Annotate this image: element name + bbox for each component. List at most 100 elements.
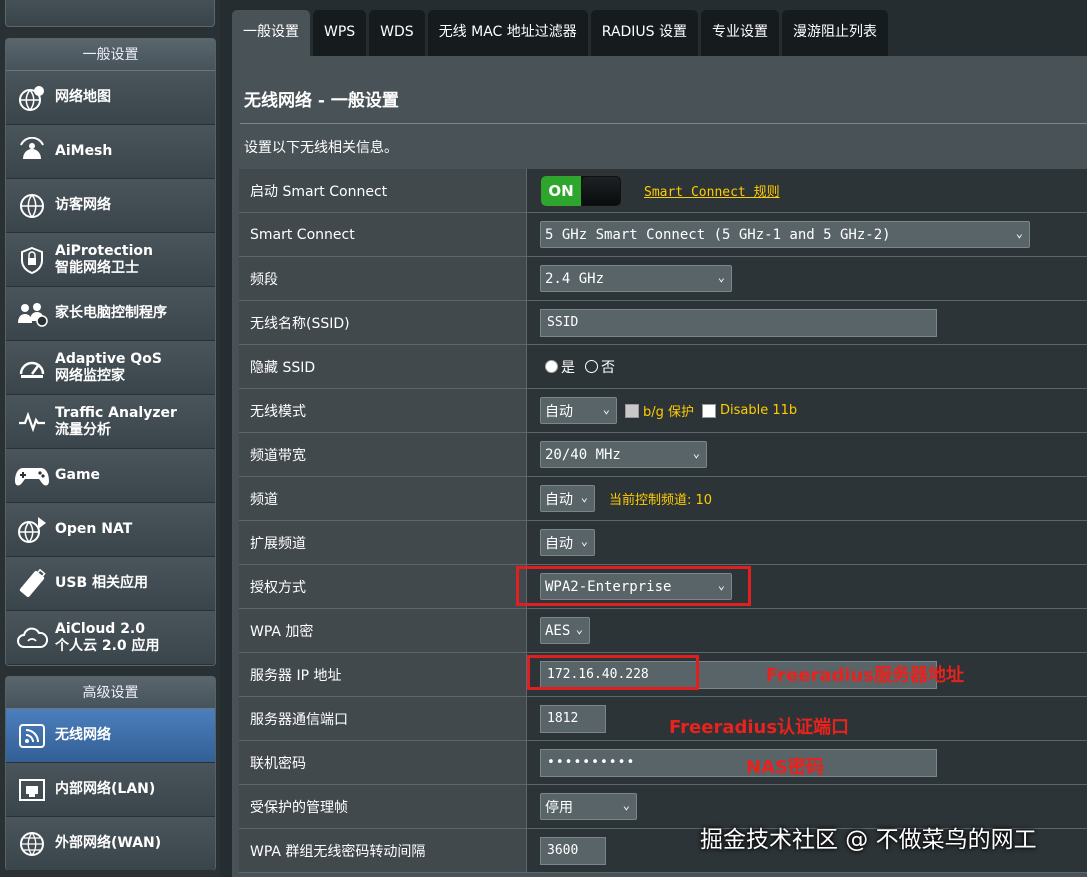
guest-globe-icon bbox=[15, 189, 49, 223]
shared-secret-input[interactable]: •••••••••• bbox=[540, 748, 937, 777]
settings-table: 启动 Smart Connect ON Smart Connect 规则 Sma… bbox=[239, 169, 1087, 873]
row-hide-ssid: 隐藏 SSID 是 否 bbox=[239, 345, 1087, 389]
sidebar-item-network-map[interactable]: 网络地图 bbox=[6, 71, 215, 125]
main-panel: 无线网络 - 一般设置 设置以下无线相关信息。 启动 Smart Connect… bbox=[232, 56, 1087, 877]
select-value: 停用 bbox=[545, 799, 573, 816]
mesh-icon bbox=[15, 135, 49, 169]
bg-protect-checkbox[interactable] bbox=[625, 403, 639, 418]
field-label: 授权方式 bbox=[239, 565, 527, 608]
title-divider bbox=[240, 123, 1087, 124]
chevron-down-icon: ⌄ bbox=[575, 622, 583, 636]
wireless-mode-select[interactable]: 自动 ⌄ bbox=[540, 397, 617, 424]
annotation-server-port: Freeradius认证端口 bbox=[669, 717, 850, 738]
row-band: 频段 2.4 GHz ⌄ bbox=[239, 257, 1087, 301]
sidebar-item-label: AiMesh bbox=[55, 143, 113, 159]
sidebar-item-label: 访客网络 bbox=[55, 197, 111, 213]
shield-lock-icon bbox=[15, 243, 49, 277]
gamepad-icon bbox=[15, 459, 49, 493]
sidebar-item-wireless[interactable]: 无线网络 bbox=[6, 709, 215, 763]
smart-connect-rules-link[interactable]: Smart Connect 规则 bbox=[644, 181, 780, 200]
row-ext-channel: 扩展频道 自动 ⌄ bbox=[239, 521, 1087, 565]
tab-general[interactable]: 一般设置 bbox=[232, 10, 310, 56]
pmf-select[interactable]: 停用 ⌄ bbox=[540, 793, 637, 820]
wpa-encryption-select[interactable]: AES ⌄ bbox=[540, 617, 590, 644]
row-smart-connect: Smart Connect 5 GHz Smart Connect (5 GHz… bbox=[239, 213, 1087, 257]
tab-mac-filter[interactable]: 无线 MAC 地址过滤器 bbox=[427, 10, 588, 56]
sidebar-item-guest-network[interactable]: 访客网络 bbox=[6, 179, 215, 233]
disable-11b-checkbox[interactable] bbox=[702, 403, 717, 418]
sidebar-top-item[interactable] bbox=[5, 0, 215, 27]
hide-ssid-no-radio[interactable] bbox=[585, 360, 598, 373]
disable-11b-label: Disable 11b bbox=[720, 403, 798, 418]
row-ssid: 无线名称(SSID) SSID bbox=[239, 301, 1087, 345]
wifi-icon bbox=[15, 719, 49, 753]
family-icon bbox=[15, 297, 49, 331]
group-rekey-input[interactable]: 3600 bbox=[540, 836, 606, 865]
watermark: 掘金技术社区 @ 不做菜鸟的网工 bbox=[700, 827, 1037, 853]
annotation-nas-secret: NAS密码 bbox=[746, 757, 824, 778]
sidebar-item-label: 无线网络 bbox=[55, 727, 111, 743]
field-label: 服务器 IP 地址 bbox=[239, 653, 527, 696]
sidebar-item-game[interactable]: Game bbox=[6, 449, 215, 503]
tab-wds[interactable]: WDS bbox=[369, 10, 425, 56]
pulse-icon bbox=[15, 405, 49, 439]
sidebar-item-traffic-analyzer[interactable]: Traffic Analyzer 流量分析 bbox=[6, 395, 215, 449]
sidebar-item-aimesh[interactable]: AiMesh bbox=[6, 125, 215, 179]
field-label: 频道带宽 bbox=[239, 433, 527, 476]
field-label: 无线名称(SSID) bbox=[239, 301, 527, 344]
tab-roaming-block[interactable]: 漫游阻止列表 bbox=[782, 10, 889, 56]
tab-radius[interactable]: RADIUS 设置 bbox=[590, 10, 699, 56]
select-value: 2.4 GHz bbox=[545, 270, 605, 287]
auth-highlight-box bbox=[516, 566, 751, 606]
select-value: 自动 bbox=[545, 403, 573, 420]
sidebar-general-group: 一般设置 网络地图 AiMesh 访客网络 AiProtection 智能网络卫… bbox=[5, 38, 216, 666]
sidebar-item-label: Adaptive QoS bbox=[55, 350, 162, 367]
sidebar-item-wan[interactable]: 外部网络(WAN) bbox=[6, 817, 215, 871]
sidebar-item-label: AiProtection bbox=[55, 242, 153, 259]
sidebar-general-header: 一般设置 bbox=[6, 39, 215, 71]
field-label: 频道 bbox=[239, 477, 527, 520]
row-wireless-mode: 无线模式 自动 ⌄ b/g 保护 Disable 11b bbox=[239, 389, 1087, 433]
smart-connect-select[interactable]: 5 GHz Smart Connect (5 GHz-1 and 5 GHz-2… bbox=[540, 221, 1030, 248]
cloud-icon bbox=[15, 621, 49, 655]
smart-connect-toggle[interactable]: ON bbox=[540, 174, 622, 207]
toggle-knob bbox=[582, 176, 620, 205]
server-port-input[interactable]: 1812 bbox=[540, 704, 606, 733]
field-label: 服务器通信端口 bbox=[239, 697, 527, 740]
sidebar-item-sublabel: 个人云 2.0 应用 bbox=[55, 637, 160, 654]
field-label: WPA 加密 bbox=[239, 609, 527, 652]
select-value: 自动 bbox=[545, 535, 573, 552]
sidebar-item-sublabel: 流量分析 bbox=[55, 421, 111, 438]
bandwidth-select[interactable]: 20/40 MHz ⌄ bbox=[540, 441, 707, 468]
select-value: 5 GHz Smart Connect (5 GHz-1 and 5 GHz-2… bbox=[545, 226, 891, 243]
sidebar-item-sublabel: 网络监控家 bbox=[55, 367, 125, 384]
band-select[interactable]: 2.4 GHz ⌄ bbox=[540, 265, 732, 292]
sidebar-item-adaptive-qos[interactable]: Adaptive QoS 网络监控家 bbox=[6, 341, 215, 395]
sidebar-item-parental-control[interactable]: 家长电脑控制程序 bbox=[6, 287, 215, 341]
sidebar-item-label: Game bbox=[55, 467, 101, 483]
chevron-down-icon: ⌄ bbox=[692, 446, 700, 460]
radio-label-yes: 是 bbox=[561, 359, 575, 376]
sidebar-item-aicloud[interactable]: AiCloud 2.0 个人云 2.0 应用 bbox=[6, 611, 215, 665]
current-channel-text: 当前控制频道: 10 bbox=[609, 493, 713, 508]
sidebar-item-aiprotection[interactable]: AiProtection 智能网络卫士 bbox=[6, 233, 215, 287]
sidebar-item-label: Traffic Analyzer bbox=[55, 404, 177, 421]
tab-wps[interactable]: WPS bbox=[313, 10, 367, 56]
bg-protect-label: b/g 保护 bbox=[643, 405, 695, 420]
channel-select[interactable]: 自动 ⌄ bbox=[540, 485, 595, 512]
ext-channel-select[interactable]: 自动 ⌄ bbox=[540, 529, 595, 556]
row-bandwidth: 频道带宽 20/40 MHz ⌄ bbox=[239, 433, 1087, 477]
chevron-down-icon: ⌄ bbox=[622, 798, 630, 812]
ssid-input[interactable]: SSID bbox=[540, 308, 937, 337]
sidebar-item-open-nat[interactable]: Open NAT bbox=[6, 503, 215, 557]
radio-label-no: 否 bbox=[601, 359, 615, 376]
field-label: 扩展频道 bbox=[239, 521, 527, 564]
sidebar-item-label: USB 相关应用 bbox=[55, 575, 148, 591]
row-smart-connect-enable: 启动 Smart Connect ON Smart Connect 规则 bbox=[239, 169, 1087, 213]
lan-port-icon bbox=[15, 773, 49, 807]
sidebar-item-lan[interactable]: 内部网络(LAN) bbox=[6, 763, 215, 817]
tab-professional[interactable]: 专业设置 bbox=[701, 10, 780, 56]
sidebar-item-usb-apps[interactable]: USB 相关应用 bbox=[6, 557, 215, 611]
field-label: 频段 bbox=[239, 257, 527, 300]
hide-ssid-yes-radio[interactable] bbox=[545, 360, 558, 373]
